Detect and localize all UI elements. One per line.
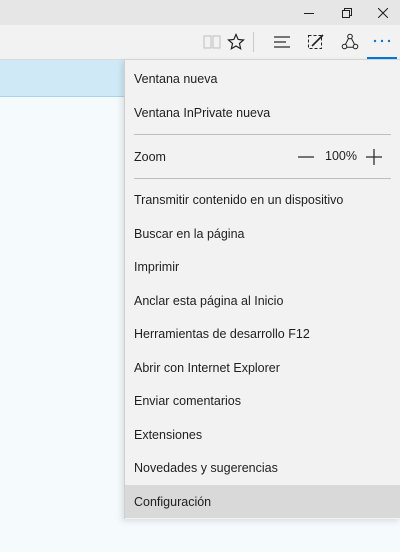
title-bar [0,0,400,25]
menu-separator [134,134,391,135]
menu-item-cast[interactable]: Transmitir contenido en un dispositivo [125,183,400,216]
menu-item-new-window[interactable]: Ventana nueva [125,62,400,95]
share-icon [341,33,359,50]
favorite-star-icon [227,33,245,50]
menu-item-label: Ventana nueva [134,71,218,86]
more-button[interactable] [367,25,397,59]
menu-item-label: Anclar esta página al Inicio [134,293,284,308]
menu-item-new-inprivate-window[interactable]: Ventana InPrivate nueva [125,96,400,129]
menu-item-dev-tools[interactable]: Herramientas de desarrollo F12 [125,317,400,350]
restore-icon [342,7,352,18]
settings-menu: Ventana nueva Ventana InPrivate nueva Zo… [124,60,400,519]
close-button[interactable] [366,0,400,25]
menu-item-open-ie[interactable]: Abrir con Internet Explorer [125,351,400,384]
menu-item-find-on-page[interactable]: Buscar en la página [125,217,400,250]
menu-item-label: Enviar comentarios [134,393,241,408]
zoom-row: Zoom 100% [125,140,400,173]
minimize-button[interactable] [292,0,326,25]
restore-button[interactable] [330,0,364,25]
page-content-banner [0,60,125,97]
zoom-label: Zoom [134,149,166,164]
share-button[interactable] [335,25,365,59]
close-icon [378,7,388,18]
more-icon [373,39,391,43]
menu-item-print[interactable]: Imprimir [125,250,400,283]
menu-item-label: Transmitir contenido en un dispositivo [134,192,344,207]
menu-item-extensions[interactable]: Extensiones [125,418,400,451]
minimize-icon [304,12,314,14]
menu-item-label: Ventana InPrivate nueva [134,105,271,120]
menu-item-label: Imprimir [134,259,180,274]
web-note-button[interactable] [301,25,331,59]
menu-item-label: Extensiones [134,427,203,442]
toolbar-divider [253,32,254,52]
zoom-in-button[interactable] [365,148,383,166]
menu-item-whats-new[interactable]: Novedades y sugerencias [125,451,400,484]
browser-toolbar [0,25,400,60]
web-note-icon [308,34,324,49]
menu-item-label: Novedades y sugerencias [134,460,278,475]
menu-item-settings[interactable]: Configuración [125,485,400,518]
menu-item-label: Configuración [134,494,212,509]
hub-button[interactable] [267,25,297,59]
menu-item-pin-to-start[interactable]: Anclar esta página al Inicio [125,284,400,317]
favorite-button[interactable] [221,25,251,59]
reading-view-icon [203,35,221,49]
zoom-out-button[interactable] [297,148,315,166]
menu-item-label: Abrir con Internet Explorer [134,360,280,375]
menu-item-send-feedback[interactable]: Enviar comentarios [125,384,400,417]
hub-icon [274,36,290,48]
menu-item-label: Buscar en la página [134,226,245,241]
menu-separator [134,178,391,179]
zoom-value: 100% [325,149,357,163]
menu-item-label: Herramientas de desarrollo F12 [134,326,310,341]
